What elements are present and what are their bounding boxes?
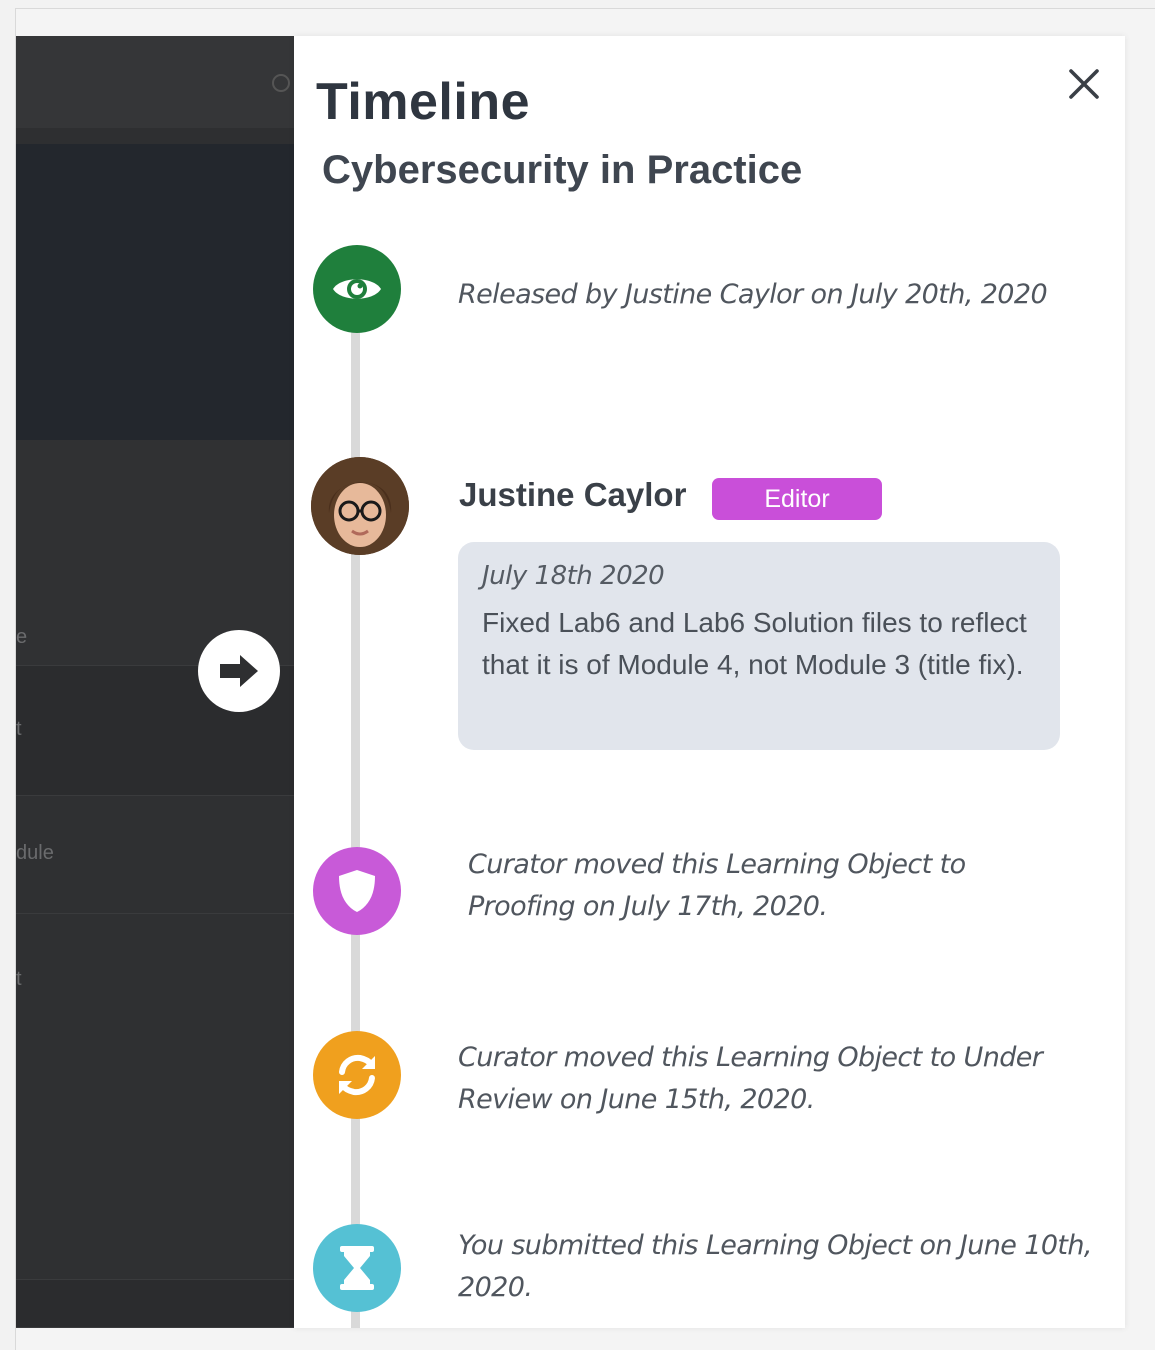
next-arrow-button[interactable]	[198, 630, 280, 712]
background-hero	[16, 144, 294, 440]
comment-body: Fixed Lab6 and Lab6 Solution files to re…	[482, 607, 1027, 680]
submitted-event-text: You submitted this Learning Object on Ju…	[458, 1230, 1093, 1303]
arrow-right-icon	[220, 655, 258, 687]
panel-subtitle: Cybersecurity in Practice	[322, 148, 803, 192]
shield-icon	[339, 870, 375, 912]
release-event-marker	[313, 245, 401, 333]
proofing-event-marker	[313, 847, 401, 935]
eye-icon	[333, 279, 381, 299]
background-row: t	[16, 914, 294, 1280]
proofing-event-text: Curator moved this Learning Object to Pr…	[468, 849, 966, 922]
background-text-fragment: t	[16, 968, 22, 990]
background-text-fragment: dule	[16, 842, 54, 864]
avatar	[311, 457, 409, 555]
user-photo	[311, 457, 409, 555]
background-top-bar	[16, 36, 294, 128]
role-badge: Editor	[712, 478, 882, 520]
background-text-fragment: e	[16, 626, 28, 648]
hourglass-icon	[340, 1246, 374, 1290]
review-event-text: Curator moved this Learning Object to Un…	[458, 1042, 1043, 1115]
background-text-fragment: t	[16, 718, 22, 740]
timeline-panel: Timeline Cybersecurity in Practice Relea…	[294, 36, 1125, 1328]
close-button[interactable]	[1064, 64, 1104, 104]
close-icon	[1069, 69, 1099, 99]
release-event-text: Released by Justine Caylor on July 20th,…	[458, 279, 1048, 310]
background-row	[16, 1280, 294, 1328]
background-app: e t dule t	[16, 36, 294, 1328]
refresh-icon	[339, 1054, 375, 1096]
comment-author: Justine Caylor	[459, 476, 687, 513]
review-event-marker	[313, 1031, 401, 1119]
comment-date: July 18th 2020	[482, 561, 665, 591]
comment-card: July 18th 2020 Fixed Lab6 and Lab6 Solut…	[458, 542, 1060, 750]
background-row: dule	[16, 796, 294, 914]
search-icon	[272, 74, 290, 92]
panel-title: Timeline	[316, 73, 531, 131]
submitted-event-marker	[313, 1224, 401, 1312]
